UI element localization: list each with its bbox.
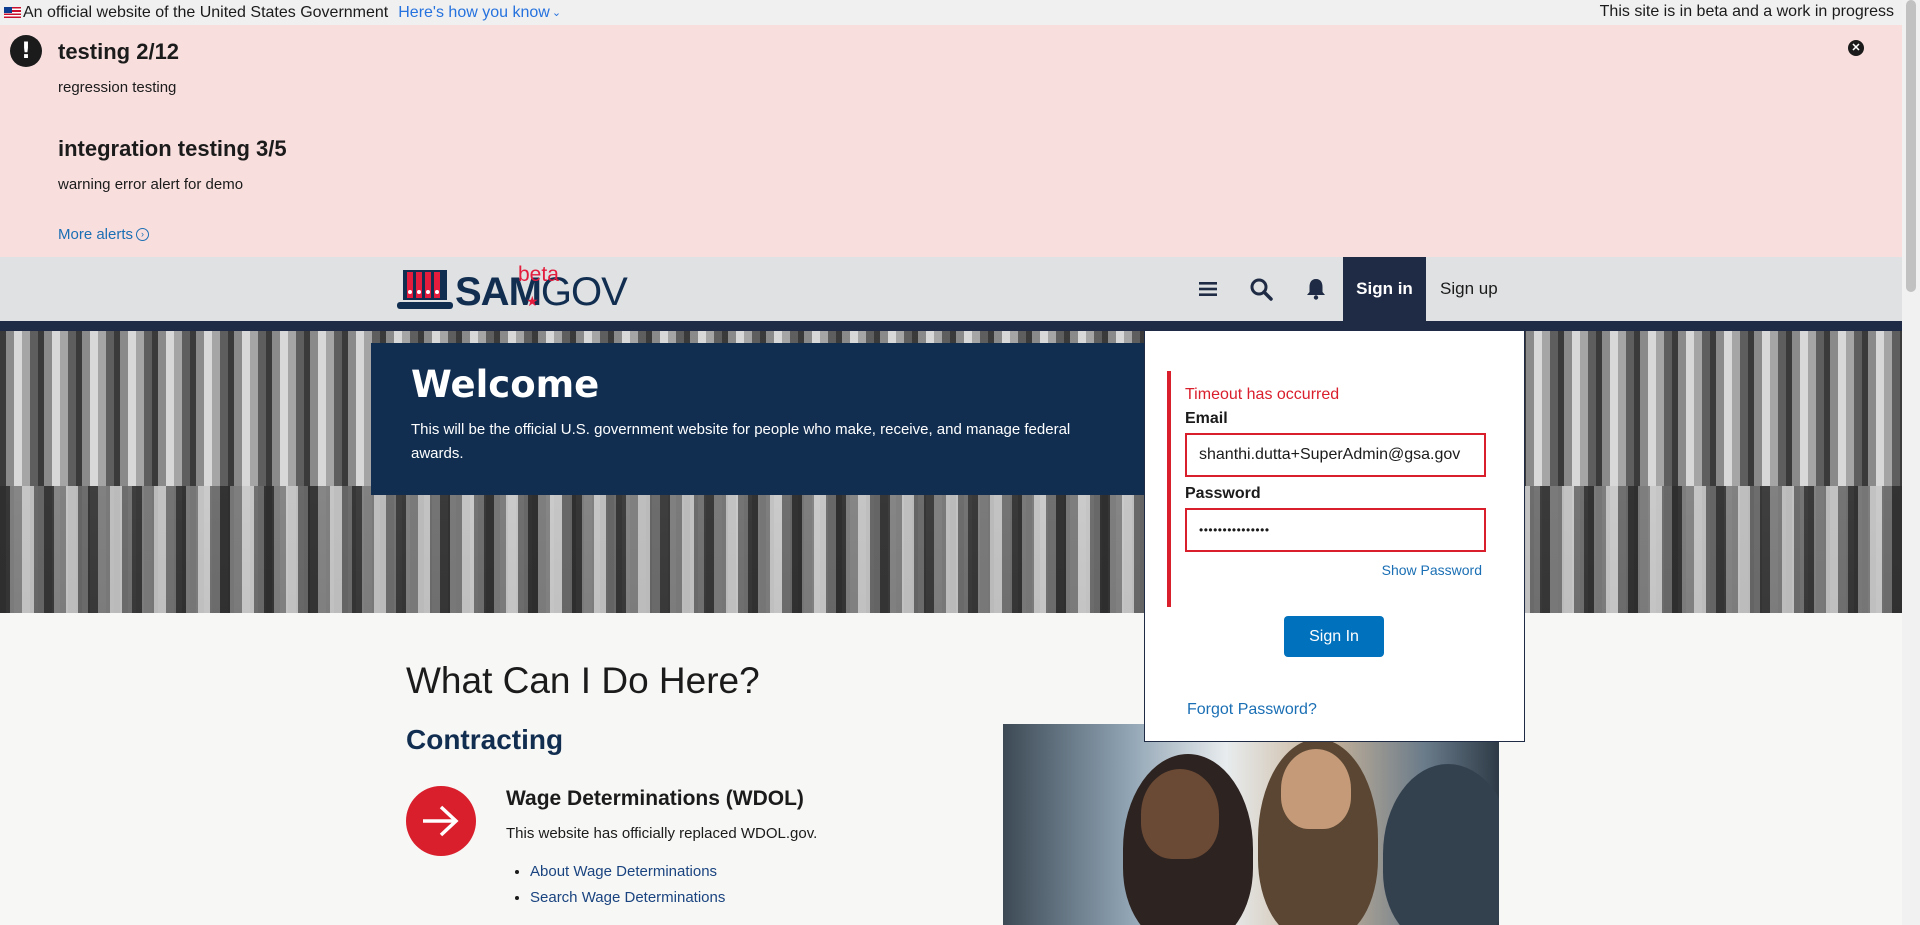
alert-body: warning error alert for demo (58, 176, 244, 193)
welcome-title: Welcome (411, 363, 600, 406)
people-photo (1003, 724, 1499, 925)
error-block: Timeout has occurred Email shanthi.dutta… (1167, 371, 1497, 607)
menu-icon[interactable] (1193, 274, 1223, 304)
heres-how-you-know-link[interactable]: Here's how you know ⌄ (398, 4, 561, 22)
alert-item: testing 2/12 regression testing (58, 39, 179, 96)
scrollbar-thumb[interactable] (1906, 0, 1916, 292)
star-icon: ★ (526, 293, 539, 309)
search-icon[interactable] (1246, 274, 1276, 304)
official-site-text: An official website of the United States… (23, 3, 389, 21)
alert-title: integration testing 3/5 (58, 136, 287, 161)
more-alerts-label: More alerts (58, 226, 134, 243)
sam-gov-logo[interactable]: SAMGOV beta ★ (397, 263, 628, 314)
sign-up-link[interactable]: Sign up (1440, 257, 1498, 321)
about-wage-determinations-link[interactable]: About Wage Determinations (530, 863, 717, 880)
alert-title: testing 2/12 (58, 39, 180, 64)
arrow-right-icon[interactable] (406, 786, 476, 856)
bell-icon[interactable] (1301, 274, 1331, 304)
list-item: Search Wage Determinations (530, 889, 725, 906)
password-label: Password (1185, 485, 1261, 502)
how-link-label: Here's how you know (398, 3, 550, 21)
column-image (0, 486, 1902, 613)
what-can-i-do-heading: What Can I Do Here? (406, 660, 760, 701)
sign-in-panel: Timeout has occurred Email shanthi.dutta… (1144, 331, 1525, 742)
alert-banner: ! testing 2/12 regression testing integr… (0, 25, 1902, 257)
arrow-circle-right-icon: › (136, 228, 150, 241)
beta-notice: This site is in beta and a work in progr… (1599, 3, 1894, 20)
timeout-error-message: Timeout has occurred (1185, 386, 1340, 403)
sign-in-tab[interactable]: Sign in (1343, 257, 1426, 321)
email-field[interactable]: shanthi.dutta+SuperAdmin@gsa.gov (1185, 433, 1486, 477)
welcome-text: This will be the official U.S. governmen… (411, 421, 1071, 462)
search-wage-determinations-link[interactable]: Search Wage Determinations (530, 889, 725, 906)
contracting-heading: Contracting (406, 724, 564, 755)
alert-body: regression testing (58, 79, 177, 96)
sign-in-button[interactable]: Sign In (1284, 616, 1384, 657)
wdol-description: This website has officially replaced WDO… (506, 825, 818, 842)
show-password-link[interactable]: Show Password (1382, 562, 1482, 578)
header-divider (0, 321, 1902, 331)
us-flag-icon (4, 7, 21, 18)
list-item: About Wage Determinations (530, 863, 725, 880)
welcome-box: Welcome This will be the official U.S. g… (371, 343, 1145, 495)
gov-banner: An official website of the United States… (0, 0, 1902, 25)
close-icon[interactable]: ✕ (1848, 40, 1864, 56)
hero-banner: Welcome This will be the official U.S. g… (0, 331, 1902, 613)
wdol-links: About Wage Determinations Search Wage De… (530, 863, 725, 915)
scrollbar[interactable] (1902, 0, 1920, 925)
uncle-sam-hat-icon (397, 270, 453, 309)
site-header: SAMGOV beta ★ Sign in Sign up (0, 257, 1902, 321)
wdol-title: Wage Determinations (WDOL) (506, 787, 804, 810)
forgot-password-link[interactable]: Forgot Password? (1187, 701, 1317, 719)
password-field[interactable]: ••••••••••••••• (1185, 508, 1486, 552)
alert-item: integration testing 3/5 warning error al… (58, 136, 287, 193)
email-label: Email (1185, 410, 1228, 427)
more-alerts-link[interactable]: More alerts › (58, 226, 150, 243)
chevron-down-icon: ⌄ (551, 7, 562, 19)
exclamation-icon: ! (10, 35, 42, 67)
logo-beta: beta (518, 263, 559, 286)
